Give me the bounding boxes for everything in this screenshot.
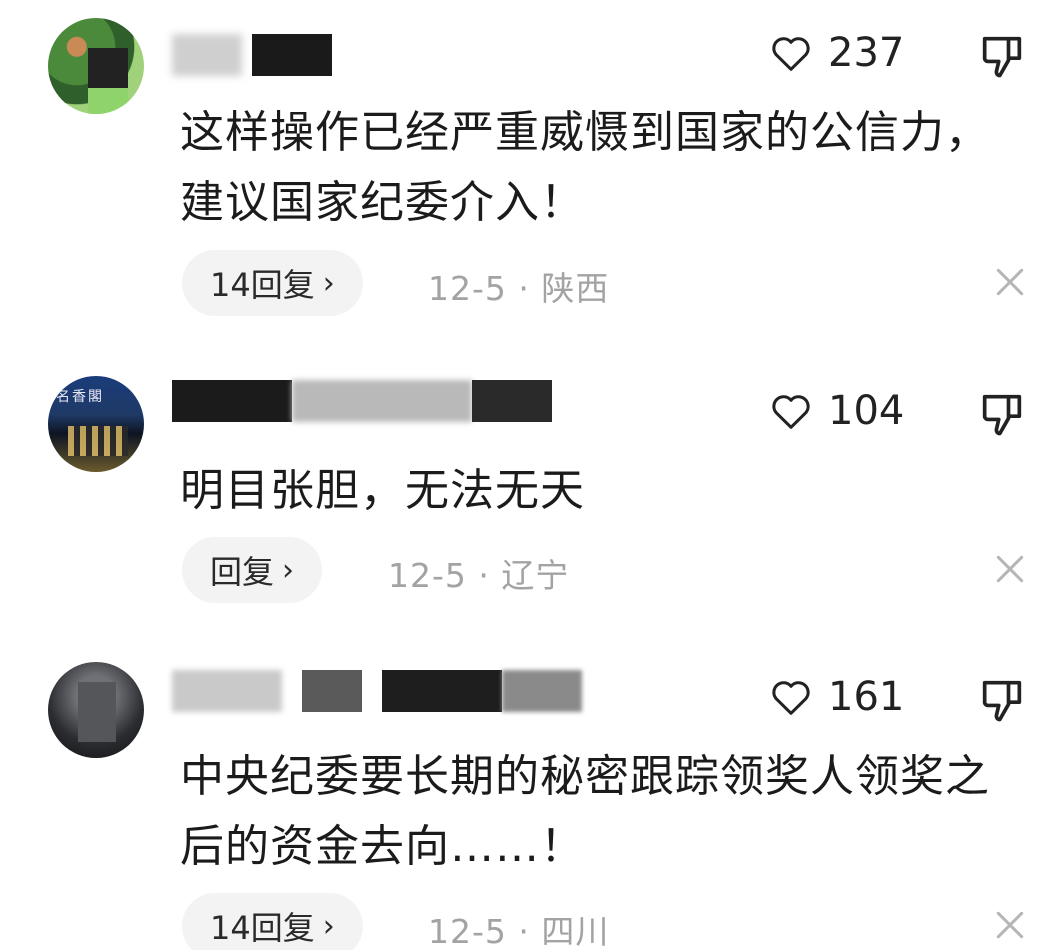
close-icon[interactable]: [990, 549, 1030, 589]
username-blurred[interactable]: [172, 670, 592, 716]
comment-date: 12-5: [428, 269, 507, 308]
chevron-right-icon: ›: [322, 908, 335, 944]
user-avatar[interactable]: 名香閣: [48, 376, 144, 472]
reply-label: 14回复: [210, 266, 315, 304]
reply-label: 回复: [210, 553, 275, 591]
like-button[interactable]: 161: [768, 674, 904, 720]
like-button[interactable]: 104: [768, 388, 904, 434]
comment-text: 明目张胆，无法无天: [180, 465, 585, 516]
comment-location: 辽宁: [501, 556, 570, 595]
meta-separator: ·: [478, 556, 490, 595]
reply-button[interactable]: 回复 ›: [182, 537, 323, 603]
username-blurred[interactable]: [172, 34, 352, 80]
heart-outline-icon: [772, 395, 810, 429]
reply-label: 14回复: [210, 909, 315, 947]
heart-outline-icon: [772, 37, 810, 71]
comment-text: 中央纪委要长期的秘密跟踪领奖人领奖之后的资金去向……！: [180, 751, 990, 872]
comment-text: 这样操作已经严重威慑到国家的公信力，建议国家纪委介入！: [180, 107, 990, 228]
chevron-right-icon: ›: [322, 265, 335, 301]
meta-separator: ·: [518, 269, 530, 308]
comment-date: 12-5: [428, 912, 507, 950]
thumbs-down-icon[interactable]: [976, 388, 1028, 440]
like-count: 161: [828, 674, 905, 720]
comment-meta: 12-5 · 辽宁: [388, 549, 569, 597]
reply-button[interactable]: 14回复 ›: [182, 893, 363, 950]
username-blurred[interactable]: [172, 380, 552, 426]
heart-outline-icon: [772, 681, 810, 715]
chevron-right-icon: ›: [282, 552, 295, 588]
comment-meta: 12-5 · 四川: [428, 905, 609, 950]
reply-button[interactable]: 14回复 ›: [182, 250, 363, 316]
close-icon[interactable]: [990, 905, 1030, 945]
comment-location: 陕西: [541, 269, 610, 308]
thumbs-down-icon[interactable]: [976, 674, 1028, 726]
meta-separator: ·: [518, 912, 530, 950]
user-avatar[interactable]: [48, 18, 144, 114]
user-avatar[interactable]: [48, 662, 144, 758]
comment-location: 四川: [541, 912, 610, 950]
comment-meta: 12-5 · 陕西: [428, 262, 609, 310]
comment-date: 12-5: [388, 556, 467, 595]
thumbs-down-icon[interactable]: [976, 30, 1028, 82]
like-count: 104: [828, 388, 905, 434]
like-count: 237: [828, 30, 905, 76]
like-button[interactable]: 237: [768, 30, 904, 76]
close-icon[interactable]: [990, 262, 1030, 302]
